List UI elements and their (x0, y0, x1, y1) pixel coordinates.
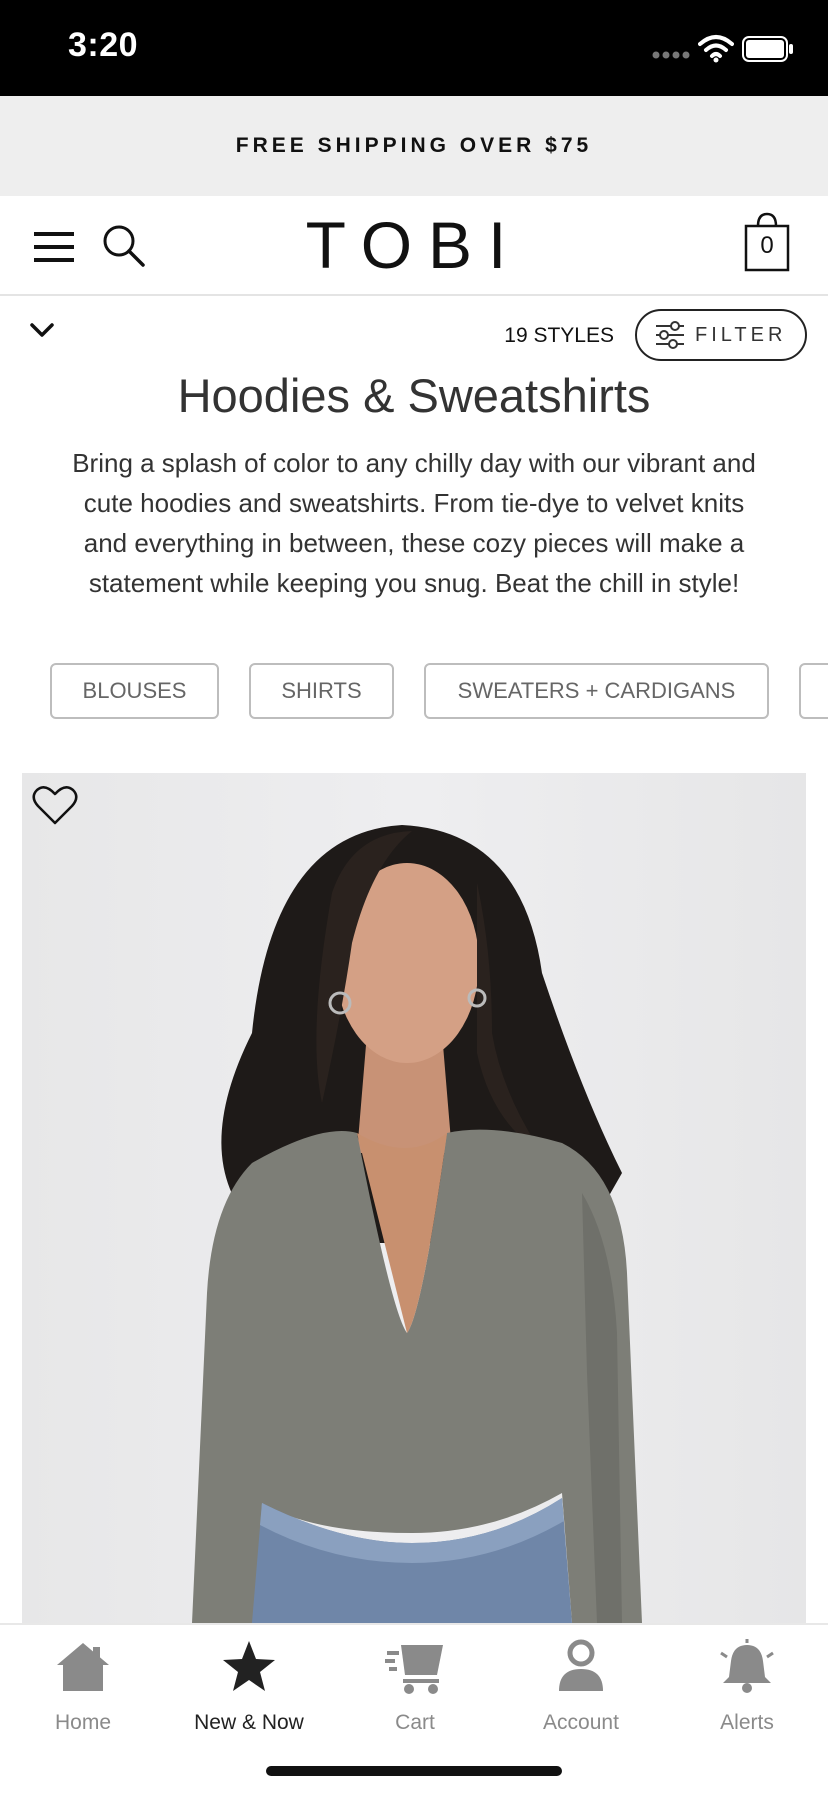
tab-new-and-now[interactable]: New & Now (166, 1639, 332, 1739)
tab-cart-label: Cart (395, 1711, 435, 1734)
tab-alerts-label: Alerts (720, 1711, 774, 1734)
heart-icon[interactable] (32, 784, 78, 826)
category-description: Bring a splash of color to any chilly da… (72, 448, 756, 598)
home-icon (57, 1643, 109, 1691)
cellular-signal-icon (652, 51, 690, 59)
product-image[interactable] (22, 773, 806, 1623)
tab-alerts[interactable]: Alerts (664, 1639, 828, 1739)
brand-logo[interactable]: TOBI (0, 210, 828, 280)
style-count: 19 STYLES (504, 324, 614, 347)
promo-text: FREE SHIPPING OVER $75 (235, 134, 593, 157)
tab-account[interactable]: Account (498, 1639, 664, 1739)
tab-home[interactable]: Home (0, 1639, 166, 1739)
account-icon (559, 1639, 603, 1691)
header: TOBI 0 (0, 196, 828, 296)
product-photo-illustration (22, 773, 806, 1623)
tab-cart[interactable]: Cart (332, 1639, 498, 1739)
battery-icon (742, 36, 793, 62)
filter-label: FILTER (695, 323, 787, 346)
wifi-icon (698, 35, 734, 63)
filter-button[interactable]: FILTER (635, 309, 807, 361)
cart-icon (385, 1645, 443, 1694)
chip-blouses[interactable]: BLOUSES (50, 663, 219, 719)
tab-home-label: Home (54, 1711, 112, 1734)
chevron-down-icon[interactable] (28, 320, 56, 340)
promo-banner[interactable]: FREE SHIPPING OVER $75 (0, 96, 828, 196)
bell-icon (720, 1639, 774, 1693)
star-icon (223, 1641, 275, 1691)
chip-next-partial[interactable] (799, 663, 828, 719)
status-time: 3:20 (68, 26, 139, 64)
cart-count-badge: 0 (760, 232, 774, 259)
chip-sweaters-cardigans[interactable]: SWEATERS + CARDIGANS (424, 663, 769, 719)
status-bar: 3:20 (0, 0, 828, 96)
chip-shirts[interactable]: SHIRTS (249, 663, 394, 719)
tab-account-label: Account (543, 1711, 619, 1734)
tab-new-and-now-label: New & Now (194, 1711, 304, 1734)
sliders-icon (656, 321, 684, 349)
home-indicator[interactable] (266, 1766, 562, 1776)
page-title: Hoodies & Sweatshirts (177, 369, 651, 422)
